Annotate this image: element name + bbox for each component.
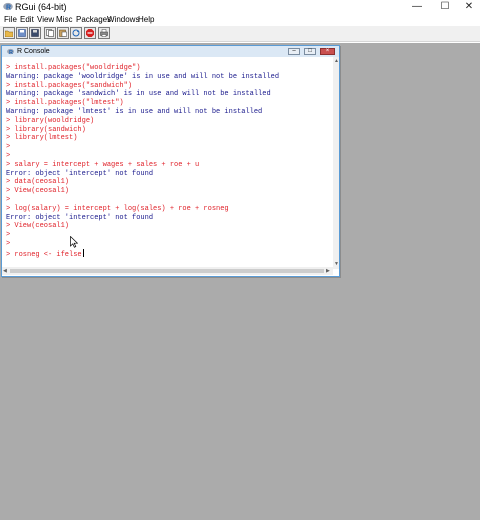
console-input-line: > install.packages("sandwich") <box>6 81 133 90</box>
console-input-line: > salary = intercept + wages + sales + r… <box>6 160 200 169</box>
open-script-icon <box>5 30 13 37</box>
stop-button[interactable] <box>84 27 96 39</box>
vertical-scrollbar[interactable]: ▲ ▼ <box>333 57 339 269</box>
svg-text:R: R <box>6 5 11 12</box>
copy-paste-icon <box>72 29 80 37</box>
console-output-line: Warning: package 'lmtest' is in use and … <box>6 107 263 116</box>
save-workspace-icon <box>31 29 39 37</box>
console-input-line: > View(ceosal1) <box>6 187 70 196</box>
load-workspace-button[interactable] <box>16 27 28 39</box>
stop-icon <box>86 29 94 37</box>
app-title-bar[interactable]: R RGui (64-bit) — ☐ ✕ <box>0 0 480 14</box>
horizontal-scrollbar[interactable]: ◀ ▶ <box>2 267 333 275</box>
toolbar <box>0 26 480 42</box>
menu-help[interactable]: Help <box>138 15 154 25</box>
menu-edit[interactable]: Edit <box>20 15 34 25</box>
console-input-line: > install.packages("wooldridge") <box>6 64 141 72</box>
copy-icon <box>46 29 54 37</box>
close-button[interactable]: ✕ <box>456 0 480 14</box>
load-workspace-icon <box>18 29 26 37</box>
maximize-button[interactable]: ☐ <box>432 0 458 14</box>
console-maximize-button[interactable]: □ <box>304 48 316 55</box>
console-input-line: > library(sandwich) <box>6 125 86 134</box>
console-output-line: Warning: package 'wooldridge' is in use … <box>6 72 280 81</box>
console-input-line: > <box>6 231 11 240</box>
svg-text:R: R <box>9 50 13 55</box>
copy-button[interactable] <box>44 27 56 39</box>
console-close-button[interactable]: × <box>320 48 335 55</box>
scroll-down-icon[interactable]: ▼ <box>334 261 339 267</box>
menu-file[interactable]: File <box>4 15 17 25</box>
minimize-button[interactable]: — <box>404 0 430 14</box>
r-logo-icon: R <box>3 2 13 11</box>
console-output[interactable]: > install.packages("wooldridge") Warning:… <box>2 57 333 267</box>
console-minimize-button[interactable]: – <box>288 48 300 55</box>
console-output-line: Error: object 'intercept' not found <box>6 169 154 178</box>
scroll-up-icon[interactable]: ▲ <box>334 58 339 64</box>
save-workspace-button[interactable] <box>29 27 41 39</box>
print-button[interactable] <box>98 27 110 39</box>
horizontal-scroll-thumb[interactable] <box>10 269 324 273</box>
console-input-line: > install.packages("lmtest") <box>6 99 124 108</box>
menu-packages[interactable]: Packages <box>76 15 111 25</box>
open-script-button[interactable] <box>3 27 15 39</box>
menu-bar: File Edit View Misc Packages Windows Hel… <box>0 14 480 26</box>
console-input-line: > <box>6 143 11 152</box>
console-input-line: > rosneg <- ifelse <box>6 248 84 259</box>
console-input-line: > <box>6 151 11 160</box>
print-icon <box>100 29 108 37</box>
console-input-line: > <box>6 195 11 204</box>
menu-view[interactable]: View <box>37 15 54 25</box>
console-title: R Console <box>17 48 50 55</box>
text-cursor <box>82 248 84 257</box>
r-logo-icon: R <box>7 48 14 55</box>
r-console-window[interactable]: R R Console – □ × > install.packages("wo… <box>1 45 340 277</box>
console-input-line: > log(salary) = intercept + log(sales) +… <box>6 204 229 213</box>
console-input-line: > data(ceosal1) <box>6 178 70 187</box>
console-title-bar[interactable]: R R Console – □ × <box>2 46 339 57</box>
menu-windows[interactable]: Windows <box>107 15 139 25</box>
console-input-line: > library(lmtest) <box>6 134 78 143</box>
console-output-line: Warning: package 'sandwich' is in use an… <box>6 90 271 99</box>
scroll-right-icon[interactable]: ▶ <box>326 268 330 274</box>
mdi-workspace: R R Console – □ × > install.packages("wo… <box>0 43 480 520</box>
copy-paste-button[interactable] <box>70 27 82 39</box>
console-input-line: > View(ceosal1) <box>6 222 70 231</box>
paste-icon <box>59 29 67 37</box>
scroll-left-icon[interactable]: ◀ <box>3 268 7 274</box>
mouse-pointer-icon <box>70 236 78 248</box>
menu-misc[interactable]: Misc <box>56 15 72 25</box>
console-input-line: > library(wooldridge) <box>6 116 95 125</box>
console-output-line: Error: object 'intercept' not found <box>6 213 154 222</box>
paste-button[interactable] <box>57 27 69 39</box>
console-input-line: > <box>6 239 11 248</box>
app-title: RGui (64-bit) <box>15 2 67 12</box>
